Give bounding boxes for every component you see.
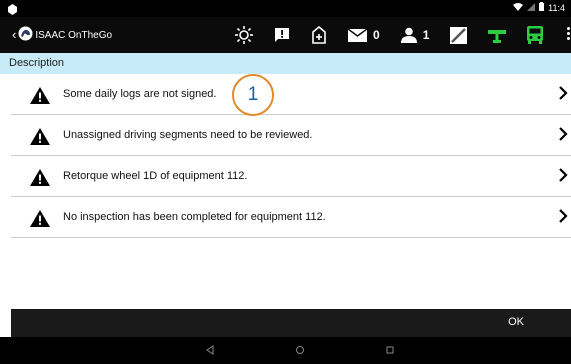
overflow-menu-icon[interactable] [567, 27, 571, 42]
list-item-text: Retorque wheel 1D of equipment 112. [63, 170, 248, 182]
chevron-right-icon[interactable] [558, 168, 568, 182]
list-item-text: No inspection has been completed for equ… [63, 211, 326, 223]
description-header: Description [9, 57, 65, 69]
brand[interactable]: ‹ ISAAC OnTheGo [12, 26, 112, 44]
messages-icon[interactable]: 0 [348, 23, 380, 47]
app-bar: ‹ ISAAC OnTheGo 0 1 [0, 17, 571, 53]
clock-text: 11:4 [548, 2, 565, 13]
chevron-right-icon[interactable] [558, 127, 568, 141]
truck-icon[interactable] [527, 23, 544, 47]
list-item-text: Some daily logs are not signed. [63, 88, 217, 100]
callout-badge: 1 [232, 74, 274, 116]
chevron-right-icon[interactable] [558, 209, 568, 223]
nav-back-icon[interactable] [205, 345, 215, 355]
wifi-icon [513, 2, 524, 13]
column-header: Description [0, 53, 571, 74]
list-item[interactable]: Some daily logs are not signed. [11, 74, 571, 115]
trailer-icon[interactable] [488, 23, 507, 47]
back-icon[interactable]: ‹ [12, 28, 16, 41]
nav-recents-icon[interactable] [385, 345, 395, 355]
alerts-list: Some daily logs are not signed. Unassign… [11, 74, 571, 238]
signature-pad-icon[interactable] [450, 23, 468, 47]
warning-icon [30, 87, 50, 104]
app-screen: 11:4 ‹ ISAAC OnTheGo 0 1 Description Som… [0, 0, 571, 364]
brightness-icon[interactable] [235, 23, 253, 47]
list-item[interactable]: Retorque wheel 1D of equipment 112. [11, 156, 571, 197]
driver-status-icon[interactable] [311, 23, 327, 47]
system-nav-bar [0, 337, 571, 364]
status-bar: 11:4 [0, 0, 571, 17]
warning-icon [30, 169, 50, 186]
battery-icon [539, 2, 545, 13]
chevron-right-icon[interactable] [558, 86, 568, 100]
signal-icon [527, 2, 536, 13]
warning-icon [30, 128, 50, 145]
users-count: 1 [422, 28, 430, 42]
ok-button[interactable]: OK [508, 316, 524, 328]
nav-home-icon[interactable] [295, 345, 305, 355]
alert-message-icon[interactable] [274, 23, 290, 47]
messages-count: 0 [373, 28, 380, 42]
warning-icon [30, 210, 50, 227]
toolbar: 0 1 [235, 23, 564, 47]
list-item-text: Unassigned driving segments need to be r… [63, 129, 313, 141]
app-logo-icon [18, 26, 33, 44]
list-item[interactable]: No inspection has been completed for equ… [11, 197, 571, 238]
bottom-action-bar: OK [11, 309, 571, 337]
users-icon[interactable]: 1 [400, 23, 430, 47]
app-title: ISAAC OnTheGo [35, 29, 113, 41]
list-item[interactable]: Unassigned driving segments need to be r… [11, 115, 571, 156]
